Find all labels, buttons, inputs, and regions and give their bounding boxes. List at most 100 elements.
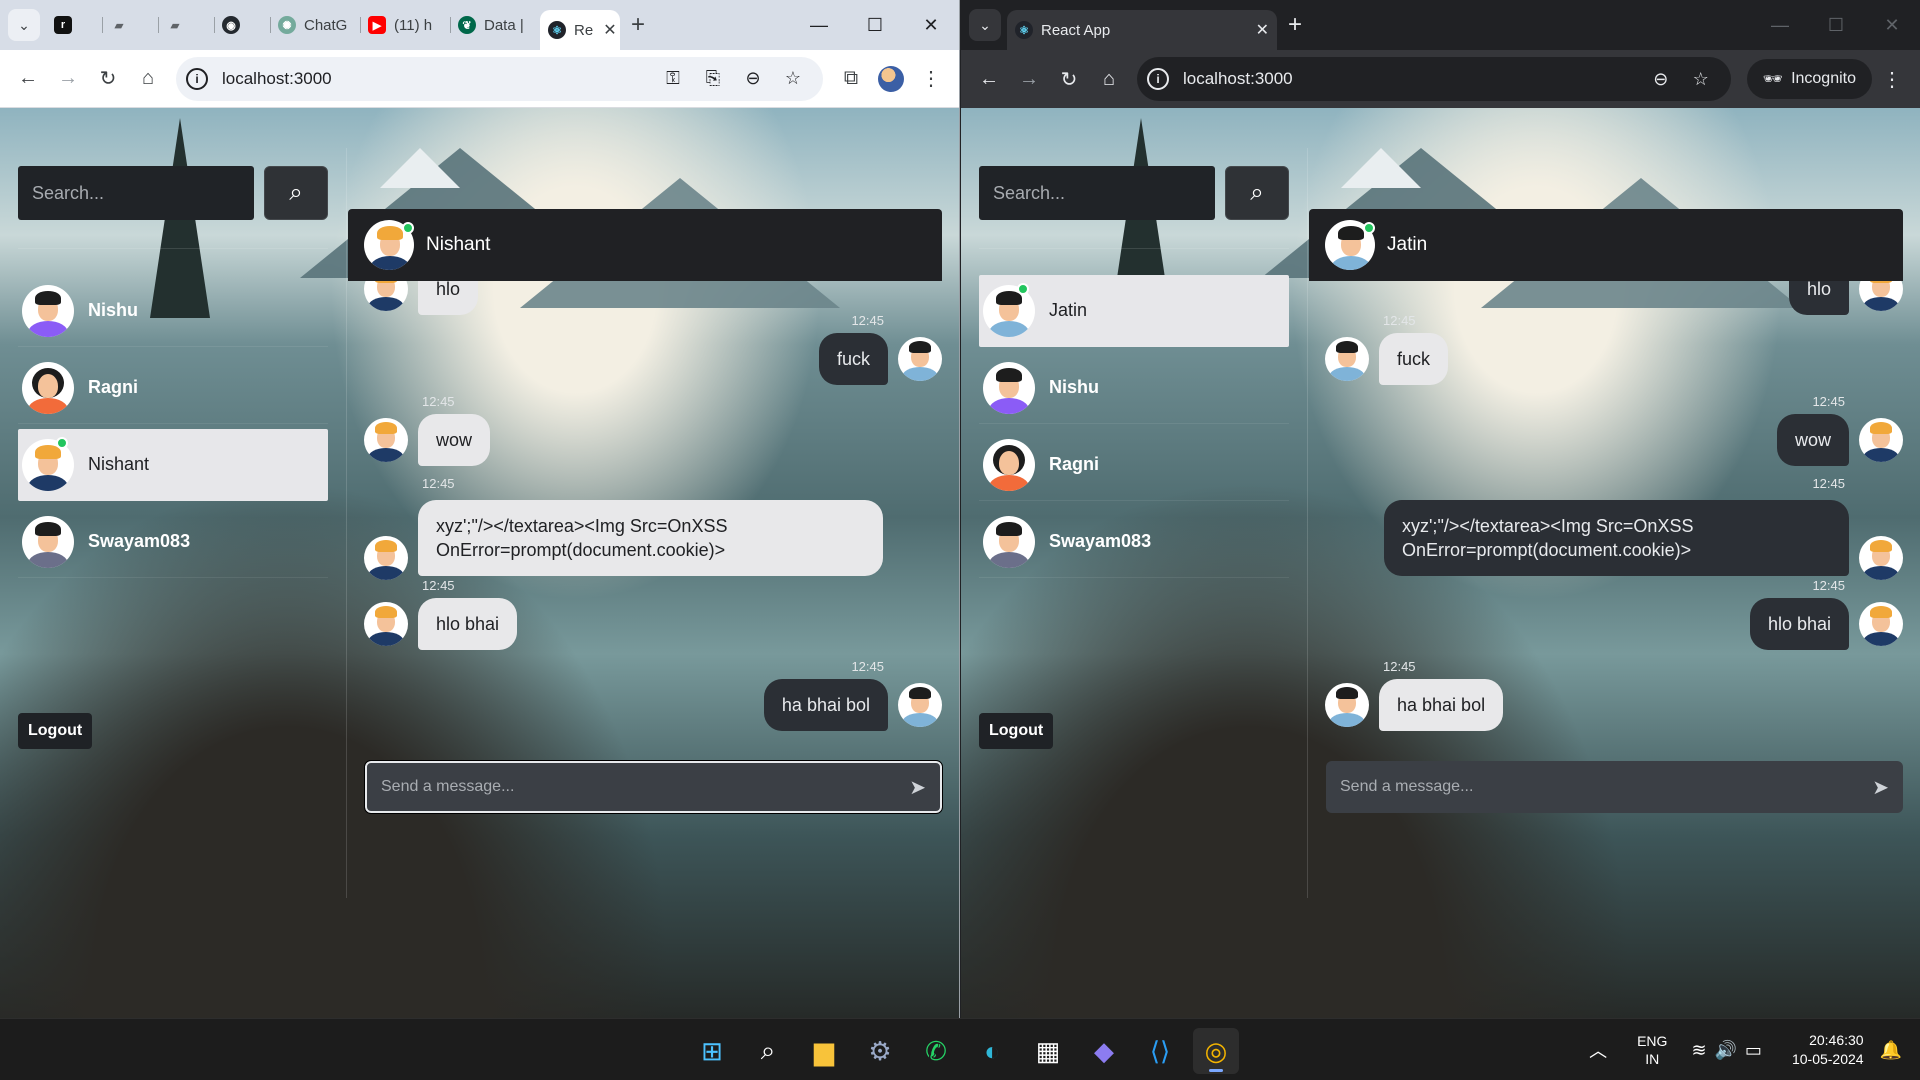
message-item: hlo bbox=[1788, 281, 1903, 316]
message-list: hlo 12:45 fuck 12:45 wow 12:45 xyz';"/><… bbox=[1309, 281, 1903, 771]
key-icon[interactable]: ⚿ bbox=[653, 68, 693, 89]
logout-button[interactable]: Logout bbox=[18, 713, 93, 749]
search-input[interactable] bbox=[18, 166, 254, 220]
back-icon[interactable]: ← bbox=[8, 59, 48, 99]
menu-icon[interactable]: ⋮ bbox=[911, 59, 951, 99]
send-icon[interactable]: ➤ bbox=[909, 775, 926, 800]
install-app-icon[interactable]: ⎘ bbox=[693, 68, 733, 89]
language-indicator[interactable]: ENG IN bbox=[1637, 1032, 1667, 1068]
message-bubble: fuck bbox=[818, 333, 888, 386]
close-tab-icon[interactable]: ✕ bbox=[593, 20, 616, 40]
contact-item-ragni[interactable]: Ragni bbox=[18, 352, 328, 424]
message-composer[interactable]: ➤ bbox=[1326, 761, 1903, 813]
search-button[interactable]: ⌕ bbox=[1225, 166, 1289, 220]
close-tab-icon[interactable]: ✕ bbox=[1246, 20, 1269, 40]
home-icon[interactable]: ⌂ bbox=[1089, 59, 1129, 99]
site-info-icon[interactable]: i bbox=[1147, 68, 1169, 90]
contact-item-swayam083[interactable]: Swayam083 bbox=[979, 506, 1289, 578]
forward-icon[interactable]: → bbox=[48, 59, 88, 99]
contact-item-ragni[interactable]: Ragni bbox=[979, 429, 1289, 501]
tab-youtube[interactable]: ▶ (11) h bbox=[360, 7, 450, 43]
bookmark-star-icon[interactable]: ☆ bbox=[1681, 69, 1721, 90]
contact-name: Ragni bbox=[88, 377, 139, 397]
message-item: 12:45 xyz';"/></textarea><Img Src=OnXSS … bbox=[1384, 476, 1903, 580]
minimize-icon[interactable]: — bbox=[791, 0, 847, 50]
file-explorer-icon[interactable]: ▆ bbox=[801, 1028, 847, 1074]
home-icon[interactable]: ⌂ bbox=[128, 59, 168, 99]
contact-name: Nishu bbox=[88, 300, 139, 320]
message-time: 12:45 bbox=[1383, 313, 1416, 328]
vscode-icon[interactable]: ⟨⟩ bbox=[1137, 1028, 1183, 1074]
message-input[interactable] bbox=[381, 778, 910, 796]
contact-name: Ragni bbox=[1049, 454, 1100, 474]
message-item: 12:45 ha bhai bol bbox=[763, 659, 942, 732]
message-time: 12:45 bbox=[851, 313, 884, 328]
close-window-icon[interactable]: ✕ bbox=[903, 0, 959, 50]
tab-search-button[interactable]: ⌄ bbox=[969, 9, 1001, 41]
forward-icon[interactable]: → bbox=[1009, 59, 1049, 99]
zoom-icon[interactable]: ⊖ bbox=[733, 68, 773, 89]
extensions-icon[interactable]: ⧉ bbox=[831, 59, 871, 99]
reload-icon[interactable]: ↻ bbox=[88, 59, 128, 99]
tab-chatgpt[interactable]: ✺ ChatG bbox=[270, 7, 360, 43]
tab-doc-1[interactable]: ▰ bbox=[102, 7, 158, 43]
copilot-icon[interactable]: ◆ bbox=[1081, 1028, 1127, 1074]
reload-icon[interactable]: ↻ bbox=[1049, 59, 1089, 99]
react-icon: ⚛ bbox=[1015, 21, 1033, 39]
url-text: localhost:3000 bbox=[222, 68, 332, 88]
tab-search-button[interactable]: ⌄ bbox=[8, 9, 40, 41]
tab-github[interactable]: ◉ bbox=[214, 7, 270, 43]
contact-item-swayam083[interactable]: Swayam083 bbox=[18, 506, 328, 578]
notification-bell-icon[interactable]: 🔔 bbox=[1880, 1040, 1902, 1061]
contact-name: Nishu bbox=[1049, 377, 1100, 397]
message-bubble: ha bhai bol bbox=[763, 679, 888, 732]
tab-react-app[interactable]: ⚛ React App ✕ bbox=[1007, 10, 1277, 50]
tab-r-app[interactable]: r bbox=[46, 7, 102, 43]
close-window-icon[interactable]: ✕ bbox=[1864, 0, 1920, 50]
language-code: ENG bbox=[1637, 1032, 1668, 1049]
tab-doc-2[interactable]: ▰ bbox=[158, 7, 214, 43]
chat-header-name: Jatin bbox=[1387, 234, 1428, 255]
windows-start-icon[interactable]: ⊞ bbox=[689, 1028, 735, 1074]
tab-react-app[interactable]: ⚛ Re ✕ bbox=[540, 10, 620, 50]
store-icon[interactable]: ▦ bbox=[1025, 1028, 1071, 1074]
maximize-icon[interactable]: ☐ bbox=[847, 0, 903, 50]
send-icon[interactable]: ➤ bbox=[1872, 775, 1889, 800]
incognito-badge[interactable]: 🕶 Incognito bbox=[1746, 59, 1872, 99]
search-input[interactable] bbox=[979, 166, 1215, 220]
minimize-icon[interactable]: — bbox=[1752, 0, 1808, 50]
search-icon[interactable]: ⌕ bbox=[745, 1028, 791, 1074]
contact-item-jatin[interactable]: Jatin bbox=[979, 275, 1289, 347]
maximize-icon[interactable]: ☐ bbox=[1808, 0, 1864, 50]
logout-button[interactable]: Logout bbox=[979, 713, 1054, 749]
contact-item-nishu[interactable]: Nishu bbox=[979, 352, 1289, 424]
site-info-icon[interactable]: i bbox=[186, 67, 208, 90]
tab-mongodb[interactable]: ❦ Data | bbox=[450, 7, 540, 43]
contact-item-nishant[interactable]: Nishant bbox=[18, 429, 328, 501]
new-tab-button[interactable]: + bbox=[1277, 11, 1313, 39]
wifi-volume-battery-icons[interactable]: ≋🔊▭ bbox=[1691, 1040, 1770, 1061]
clock[interactable]: 20:46:30 10-05-2024 bbox=[1792, 1031, 1864, 1069]
avatar bbox=[364, 281, 408, 312]
chrome-icon[interactable]: ◎ bbox=[1193, 1028, 1239, 1074]
edge-icon[interactable]: ◐ bbox=[969, 1028, 1015, 1074]
message-composer[interactable]: ➤ bbox=[364, 760, 943, 814]
chevron-up-icon[interactable]: ︿ bbox=[1589, 1037, 1607, 1063]
whatsapp-icon[interactable]: ✆ bbox=[913, 1028, 959, 1074]
back-icon[interactable]: ← bbox=[969, 59, 1009, 99]
divider bbox=[346, 148, 347, 898]
message-input[interactable] bbox=[1340, 778, 1873, 796]
bookmark-star-icon[interactable]: ☆ bbox=[773, 68, 813, 89]
message-item: 12:45 fuck bbox=[1325, 313, 1449, 386]
address-bar[interactable]: i localhost:3000 ⊖ ☆ bbox=[1137, 57, 1731, 101]
contact-list: Jatin Nishu Ragni Swayam083 bbox=[979, 248, 1289, 578]
avatar bbox=[898, 683, 942, 728]
profile-avatar[interactable] bbox=[871, 59, 911, 99]
settings-icon[interactable]: ⚙ bbox=[857, 1028, 903, 1074]
search-button[interactable]: ⌕ bbox=[264, 166, 328, 220]
address-bar[interactable]: i localhost:3000 ⚿ ⎘ ⊖ ☆ bbox=[176, 56, 823, 101]
new-tab-button[interactable]: + bbox=[620, 11, 656, 39]
zoom-icon[interactable]: ⊖ bbox=[1641, 69, 1681, 90]
contact-item-nishu[interactable]: Nishu bbox=[18, 275, 328, 347]
menu-icon[interactable]: ⋮ bbox=[1872, 59, 1912, 99]
